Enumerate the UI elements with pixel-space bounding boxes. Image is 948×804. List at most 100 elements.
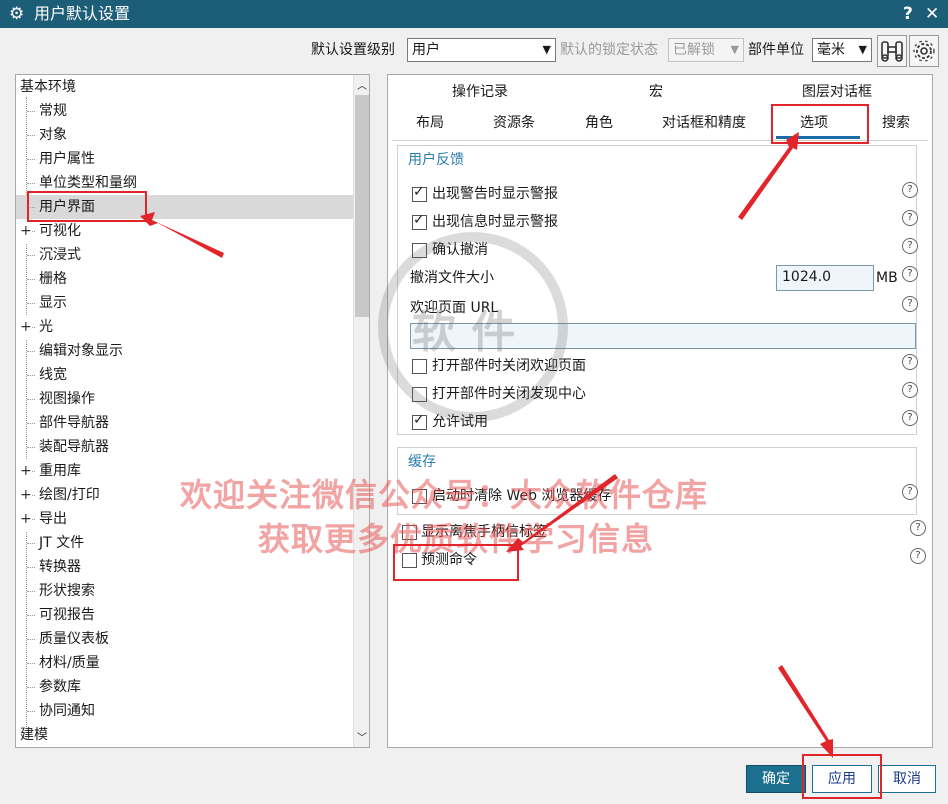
find-button[interactable] xyxy=(877,35,907,67)
category-tree[interactable]: 基本环境 常规 对象 用户属性 单位类型和量纲 用户界面 + 可视化 沉浸式 栅格 显示 + 光编辑对象… xyxy=(15,74,370,748)
tab-macro[interactable]: 宏 xyxy=(649,82,663,102)
tree-item[interactable]: 视图操作 xyxy=(16,387,353,411)
help-icon[interactable]: ? xyxy=(902,210,918,226)
tab-dialog-precision[interactable]: 对话框和精度 xyxy=(662,113,746,133)
tab-resource-bar[interactable]: 资源条 xyxy=(493,113,535,133)
tree-branch-line xyxy=(27,423,35,424)
tree-item[interactable]: 协同通知 xyxy=(16,699,353,723)
confirm-undo-checkbox[interactable] xyxy=(412,243,427,258)
tree-item[interactable]: 形状搜索 xyxy=(16,579,353,603)
tree-branch-line xyxy=(27,543,35,544)
allow-trial-checkbox[interactable] xyxy=(412,412,427,430)
predict-command-checkbox[interactable] xyxy=(402,553,417,568)
undo-file-size-input[interactable]: 1024.0 xyxy=(776,265,874,291)
help-icon[interactable]: ? xyxy=(902,266,918,282)
lock-label: 默认的锁定状态 xyxy=(560,42,658,58)
help-button[interactable]: ? xyxy=(903,3,913,25)
tree-item-label: 材料/质量 xyxy=(39,655,100,671)
tree-item[interactable]: 可视报告 xyxy=(16,603,353,627)
tree-item[interactable]: 材料/质量 xyxy=(16,651,353,675)
warn-on-alert-checkbox[interactable] xyxy=(412,184,427,202)
tree-branch-line xyxy=(27,135,35,136)
clear-web-cache-checkbox[interactable] xyxy=(412,489,427,504)
gear-icon: ⚙ xyxy=(9,4,25,24)
tree-item-label: 光 xyxy=(39,319,53,335)
expand-plus-icon[interactable]: + xyxy=(20,219,32,243)
tree-item[interactable]: 装配导航器 xyxy=(16,435,353,459)
tree-item[interactable]: 部件导航器 xyxy=(16,411,353,435)
expand-plus-icon[interactable]: + xyxy=(20,315,32,339)
tree-item-label: 可视报告 xyxy=(39,607,95,623)
tab-search[interactable]: 搜索 xyxy=(882,113,910,133)
tree-item[interactable]: 线宽 xyxy=(16,363,353,387)
welcome-url-input[interactable] xyxy=(410,323,916,349)
help-icon[interactable]: ? xyxy=(902,410,918,426)
tree-item[interactable]: 用户界面 xyxy=(16,195,353,219)
level-label: 默认设置级别 xyxy=(311,42,395,58)
settings-button[interactable] xyxy=(909,35,939,67)
cancel-button[interactable]: 取消 xyxy=(878,765,936,793)
close-button[interactable]: ✕ xyxy=(925,3,939,25)
close-welcome-checkbox[interactable] xyxy=(412,359,427,374)
tree-branch-line xyxy=(27,111,35,112)
tree-item[interactable]: + 重用库 xyxy=(16,459,353,483)
tree-branch-line xyxy=(27,711,35,712)
help-icon[interactable]: ? xyxy=(902,382,918,398)
chevron-down-icon: ▼ xyxy=(730,43,739,56)
help-icon[interactable]: ? xyxy=(910,520,926,536)
help-icon[interactable]: ? xyxy=(910,548,926,564)
tab-options[interactable]: 选项 xyxy=(800,113,828,133)
tree-item-label: 部件导航器 xyxy=(39,415,109,431)
tab-layout[interactable]: 布局 xyxy=(416,113,444,133)
tree-item[interactable]: 用户属性 xyxy=(16,147,353,171)
tree-item[interactable]: JT 文件 xyxy=(16,531,353,555)
tree-item[interactable]: + 导出 xyxy=(16,507,353,531)
tab-layer-dialog[interactable]: 图层对话框 xyxy=(802,82,872,102)
tree-branch-line xyxy=(27,447,35,448)
tree-item[interactable]: 显示 xyxy=(16,291,353,315)
show-defocus-tooltip-checkbox[interactable] xyxy=(402,525,417,540)
close-discovery-checkbox[interactable] xyxy=(412,387,427,402)
tree-item[interactable]: 质量仪表板 xyxy=(16,627,353,651)
tree-item[interactable]: 转换器 xyxy=(16,555,353,579)
help-icon[interactable]: ? xyxy=(902,238,918,254)
expand-plus-icon[interactable]: + xyxy=(20,507,32,531)
expand-plus-icon[interactable]: + xyxy=(20,459,32,483)
show-defocus-tooltip-label: 显示离焦手柄信标签 xyxy=(421,524,547,540)
tree-item[interactable]: 建模 xyxy=(16,723,353,747)
tree-item-label: 可视化 xyxy=(39,223,81,239)
chevron-down-icon: ▼ xyxy=(858,43,867,56)
help-icon[interactable]: ? xyxy=(902,484,918,500)
tree-item[interactable]: 编辑对象显示 xyxy=(16,339,353,363)
options-panel: 操作记录 宏 图层对话框 布局 资源条 角色 对话框和精度 选项 搜索 用户反馈… xyxy=(387,74,933,748)
tree-item-label: 基本环境 xyxy=(20,79,76,95)
tree-branch-line xyxy=(27,375,35,376)
tree-item-label: 视图操作 xyxy=(39,391,95,407)
tab-roles[interactable]: 角色 xyxy=(585,113,613,133)
help-icon[interactable]: ? xyxy=(902,296,918,312)
tree-item[interactable]: 参数库 xyxy=(16,675,353,699)
level-select[interactable]: 用户 ▼ xyxy=(407,38,556,62)
unit-select[interactable]: 毫米 ▼ xyxy=(812,38,872,62)
undo-file-size-label: 撤消文件大小 xyxy=(410,270,494,286)
expand-plus-icon[interactable]: + xyxy=(20,483,32,507)
tab-operation-log[interactable]: 操作记录 xyxy=(452,82,508,102)
tree-item[interactable]: + 绘图/打印 xyxy=(16,483,353,507)
tree-item-label: 编辑对象显示 xyxy=(39,343,123,359)
tree-item[interactable]: 沉浸式 xyxy=(16,243,353,267)
tree-scroll-thumb[interactable] xyxy=(355,95,369,317)
tree-item-label: 用户属性 xyxy=(39,151,95,167)
help-icon[interactable]: ? xyxy=(902,182,918,198)
tree-branch-line xyxy=(27,207,35,208)
tree-item[interactable]: + 光 xyxy=(16,315,353,339)
tree-item[interactable]: 单位类型和量纲 xyxy=(16,171,353,195)
tree-item[interactable]: 基本环境 xyxy=(16,75,353,99)
tree-item[interactable]: + 可视化 xyxy=(16,219,353,243)
ok-button[interactable]: 确定 xyxy=(746,765,806,793)
help-icon[interactable]: ? xyxy=(902,354,918,370)
tree-item[interactable]: 常规 xyxy=(16,99,353,123)
tree-item[interactable]: 对象 xyxy=(16,123,353,147)
tree-item[interactable]: 栅格 xyxy=(16,267,353,291)
apply-button[interactable]: 应用 xyxy=(812,765,872,793)
warn-on-info-checkbox[interactable] xyxy=(412,212,427,230)
